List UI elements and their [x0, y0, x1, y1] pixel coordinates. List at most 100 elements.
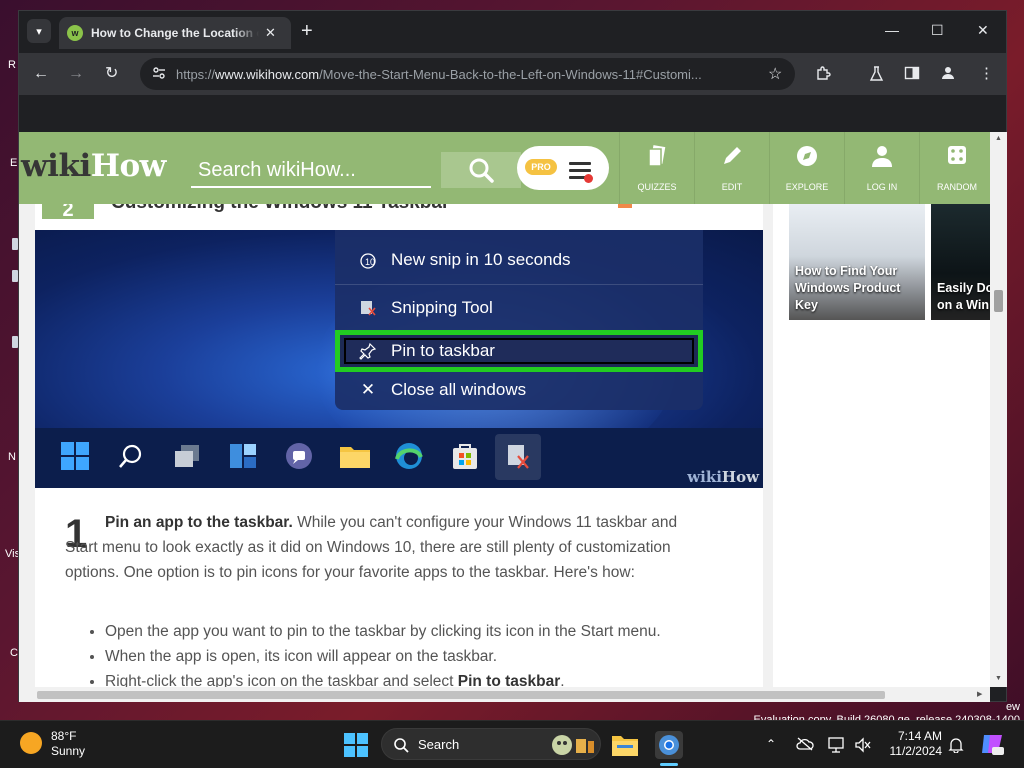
reload-button[interactable]: ↻: [105, 65, 118, 83]
tab-close-icon[interactable]: ✕: [265, 25, 276, 41]
extensions-icon[interactable]: [815, 65, 832, 87]
menu-item-close-all: ✕ Close all windows: [335, 372, 703, 408]
browser-tab[interactable]: w How to Change the Location o ✕: [59, 17, 291, 49]
nav-label: EXPLORE: [785, 182, 829, 192]
scroll-right-arrow-icon[interactable]: ▶: [977, 690, 982, 698]
list-item: Open the app you want to pin to the task…: [105, 619, 745, 644]
system-clock[interactable]: 7:14 AM 11/2/2024: [880, 729, 943, 759]
step-bullets: Open the app you want to pin to the task…: [105, 619, 745, 687]
copilot-icon[interactable]: [980, 733, 1004, 758]
search-input[interactable]: Search wikiHow...: [191, 152, 431, 188]
nav-edit[interactable]: EDIT: [694, 132, 769, 204]
snipping-tool-icon: [355, 299, 381, 317]
tab-strip: ▾ w How to Change the Location o ✕ + — ☐…: [19, 11, 1006, 53]
login-icon: [845, 144, 919, 168]
menu-item-snipping-tool: Snipping Tool: [335, 290, 703, 326]
jump-list-menu: 10 New snip in 10 seconds Snipping Tool …: [335, 230, 703, 410]
url-text[interactable]: https://www.wikihow.com/Move-the-Start-M…: [176, 67, 762, 82]
step-text: 1 Pin an app to the taskbar. While you c…: [35, 488, 763, 687]
tab-title: How to Change the Location o: [91, 26, 259, 40]
wikihow-header: wikiHow Search wikiHow... PRO QUIZZES ED…: [19, 132, 990, 204]
svg-text:10: 10: [365, 257, 375, 267]
nav-random[interactable]: RANDOM: [919, 132, 990, 204]
explore-icon: [770, 144, 844, 168]
edit-icon: [695, 144, 769, 168]
list-item: When the app is open, its icon will appe…: [105, 644, 745, 669]
scrollbar-thumb[interactable]: [37, 691, 885, 699]
menu-separator: [335, 284, 703, 285]
nav-label: RANDOM: [937, 182, 977, 192]
search-label: Search: [418, 737, 460, 752]
horizontal-scrollbar[interactable]: ▶: [19, 687, 990, 702]
tab-search-dropdown-icon[interactable]: ▾: [27, 19, 51, 43]
search-highlight-icon: [552, 735, 594, 755]
browser-toolbar: ← → ↻ https://www.wikihow.com/Move-the-S…: [19, 53, 1006, 95]
search-icon: [394, 738, 409, 753]
scroll-down-arrow-icon[interactable]: ▼: [995, 675, 1002, 682]
file-explorer-icon: [339, 440, 371, 472]
bookmarks-bar: [19, 95, 1006, 132]
display-network-icon[interactable]: [828, 737, 846, 756]
new-tab-button[interactable]: +: [301, 21, 313, 41]
back-button[interactable]: ←: [33, 65, 49, 83]
scrollbar-thumb[interactable]: [994, 290, 1003, 312]
wikihow-logo[interactable]: wikiHow: [21, 148, 166, 184]
search-button[interactable]: [441, 152, 521, 188]
search-icon: [469, 158, 494, 183]
forward-button[interactable]: →: [68, 65, 84, 83]
start-button[interactable]: [344, 733, 368, 762]
video-marker: [618, 204, 632, 208]
step-paragraph: Pin an app to the taskbar. While you can…: [65, 514, 678, 581]
screenshot-taskbar: wikiHow: [35, 428, 763, 488]
nav-login[interactable]: LOG IN: [844, 132, 919, 204]
article-title: Easily Do and Insta on a Win: [937, 281, 990, 312]
widgets-icon: [227, 440, 259, 472]
taskbar-search-box[interactable]: Search: [381, 728, 601, 760]
minimize-button[interactable]: —: [885, 23, 899, 37]
site-settings-icon[interactable]: [152, 66, 168, 83]
vertical-scrollbar[interactable]: ▲ ▼: [990, 132, 1007, 687]
windows-start-icon: [59, 440, 91, 472]
wikihow-favicon-icon: w: [67, 25, 83, 41]
address-bar[interactable]: https://www.wikihow.com/Move-the-Start-M…: [140, 58, 795, 90]
section-title: Customizing the Windows 11 Taskbar: [111, 204, 449, 214]
menu-item-new-snip: 10 New snip in 10 seconds: [335, 242, 703, 278]
step-image[interactable]: 10 New snip in 10 seconds Snipping Tool …: [35, 230, 763, 488]
related-article-card[interactable]: How to Find Your Windows Product Key: [789, 204, 925, 320]
sun-weather-icon[interactable]: [20, 732, 42, 754]
edge-browser-icon: [393, 440, 425, 472]
profile-icon[interactable]: [940, 65, 956, 86]
pin-icon: [355, 342, 381, 360]
notification-dot: [584, 174, 593, 183]
bookmark-star-icon[interactable]: ☆: [768, 64, 782, 84]
side-panel-icon[interactable]: [904, 65, 920, 86]
network-offline-cloud-icon[interactable]: [796, 737, 814, 754]
pro-menu-button[interactable]: PRO: [517, 146, 609, 190]
nav-quizzes[interactable]: QUIZZES: [619, 132, 694, 204]
search-icon: [115, 440, 147, 472]
file-explorer-taskbar-icon[interactable]: [610, 730, 640, 760]
snipping-tool-taskbar-icon: [495, 434, 541, 480]
nav-label: EDIT: [721, 182, 743, 192]
related-article-card[interactable]: Easily Do and Insta on a Win: [931, 204, 990, 320]
scroll-up-arrow-icon[interactable]: ▲: [995, 135, 1002, 142]
task-view-icon: [171, 440, 203, 472]
list-item: Right-click the app's icon on the taskba…: [105, 669, 745, 687]
show-hidden-icons-chevron-up-icon[interactable]: ⌃: [766, 737, 776, 751]
close-window-button[interactable]: ✕: [977, 23, 989, 37]
random-icon: [920, 144, 990, 168]
volume-muted-icon[interactable]: [854, 737, 872, 756]
close-icon: ✕: [360, 380, 376, 399]
maximize-button[interactable]: ☐: [931, 23, 944, 37]
notification-bell-icon[interactable]: [948, 737, 964, 756]
menu-item-pin-to-taskbar: Pin to taskbar: [335, 333, 703, 369]
menu-kebab-icon[interactable]: ⋮: [979, 65, 994, 83]
section-number: 2: [42, 204, 94, 221]
nav-label: QUIZZES: [637, 182, 677, 192]
labs-flask-icon[interactable]: [868, 65, 885, 87]
chrome-taskbar-icon[interactable]: [654, 730, 684, 760]
teams-chat-icon: [283, 440, 315, 472]
weather-widget[interactable]: 88°F Sunny: [51, 729, 85, 759]
timer-icon: 10: [355, 250, 381, 270]
nav-explore[interactable]: EXPLORE: [769, 132, 844, 204]
